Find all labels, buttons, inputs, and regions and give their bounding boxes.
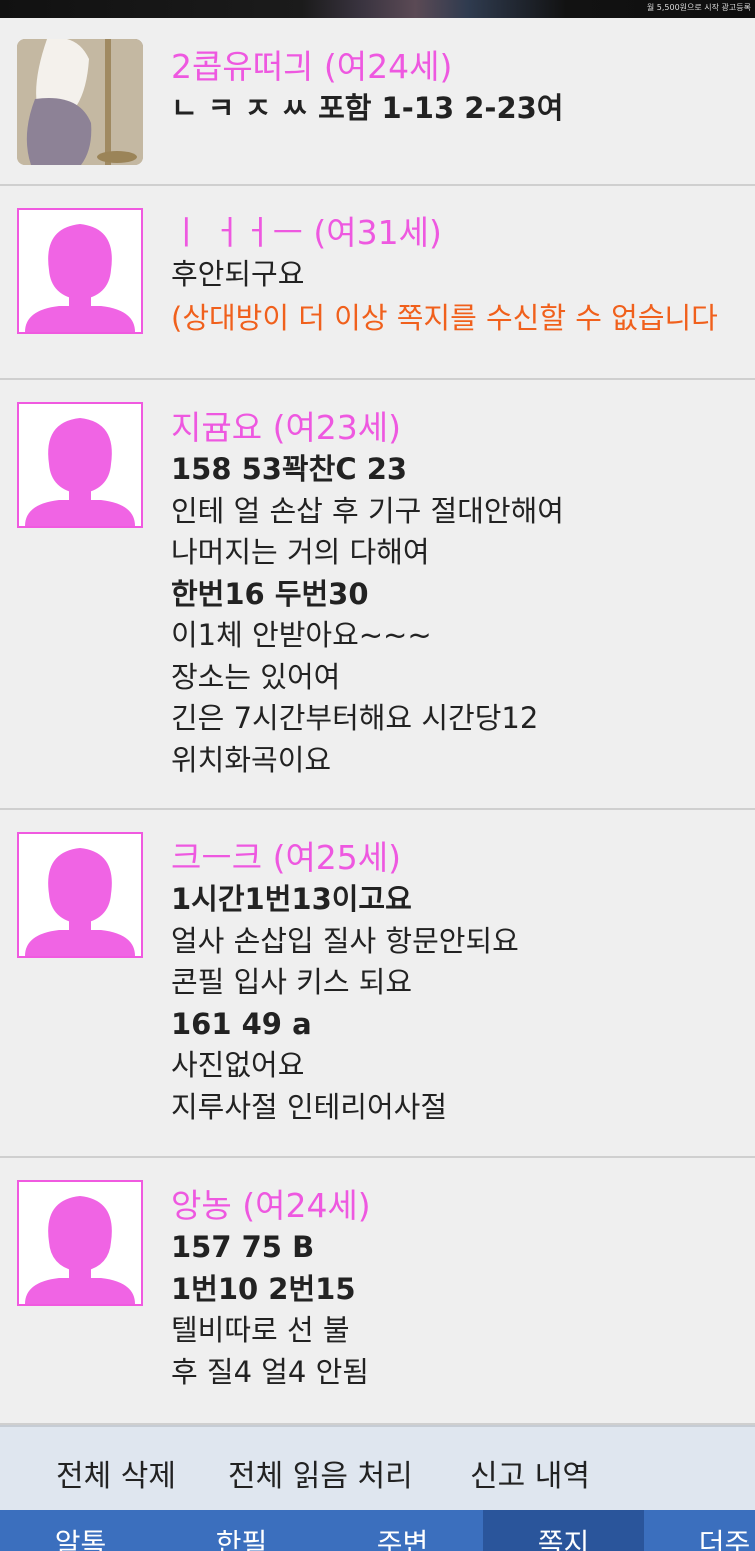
message-item[interactable]: ㅣ ㅓㅓㅡ (여31세) 후안되구요 (상대방이 더 이상 쪽지를 수신할 수 …	[0, 186, 755, 380]
nav-tab-0[interactable]: 알톡	[0, 1510, 161, 1551]
female-silhouette-icon	[25, 848, 135, 956]
default-avatar[interactable]	[17, 1180, 143, 1306]
message-line: 161 49 a	[171, 1006, 312, 1041]
message-line: 1시간1번13이고요	[171, 882, 412, 916]
nav-tab-4[interactable]: 더주	[644, 1510, 755, 1551]
profile-photo[interactable]	[17, 39, 143, 165]
message-body: 앙농 (여24세) 157 75 B 1번10 2번15 텔비따로 선 불 후 …	[171, 1185, 755, 1393]
mark-all-read-button[interactable]: 전체 읽음 처리	[228, 1451, 413, 1495]
female-silhouette-icon	[25, 1196, 135, 1304]
default-avatar[interactable]	[17, 402, 143, 528]
blocked-notice: (상대방이 더 이상 쪽지를 수신할 수 없습니다	[171, 300, 718, 335]
message-line: 후 질4 얼4 안됨	[171, 1354, 369, 1389]
female-silhouette-icon	[25, 418, 135, 526]
delete-all-button[interactable]: 전체 삭제	[56, 1451, 176, 1495]
ad-banner[interactable]: 월 5,500원으로 시작 광고등록	[0, 0, 755, 18]
message-line: 장소는 있어여	[171, 659, 341, 694]
bulk-action-bar: 전체 삭제 전체 읽음 처리 신고 내역	[0, 1425, 755, 1510]
message-line: 1번10 2번15	[171, 1271, 356, 1306]
message-line: 인테 얼 손삽 후 기구 절대안해여	[171, 493, 564, 528]
nav-tab-2[interactable]: 주변	[322, 1510, 483, 1551]
message-line: 지루사절 인테리어사절	[171, 1089, 448, 1124]
sender-name: 앙농 (여24세)	[171, 1186, 371, 1225]
default-avatar[interactable]	[17, 208, 143, 334]
message-line: 후안되구요	[171, 257, 305, 291]
message-line: 위치화곡이요	[171, 742, 332, 777]
default-avatar[interactable]	[17, 832, 143, 958]
nav-tab-messages[interactable]: 쪽지	[483, 1510, 644, 1551]
message-line: ㄴ ㅋ ㅈ ㅆ 포함 1-13 2-23여	[171, 91, 564, 125]
message-line: 158 53꽉찬C 23	[171, 452, 408, 486]
message-body: 지귬요 (여23세) 158 53꽉찬C 23 인테 얼 손삽 후 기구 절대안…	[171, 407, 755, 781]
sender-name: 크ㅡ크 (여25세)	[171, 838, 402, 877]
chat-list-screen: 월 5,500원으로 시작 광고등록 2콥유떠긔 (여24세) ㄴ ㅋ ㅈ ㅆ …	[0, 0, 755, 1551]
sender-name: 지귬요 (여23세)	[171, 408, 402, 447]
message-line: 콘필 입사 키스 되요	[171, 965, 413, 999]
ad-banner-text: 월 5,500원으로 시작 광고등록	[646, 3, 751, 12]
message-line: 이1체 안받아요~~~	[171, 618, 432, 652]
message-item[interactable]: 2콥유떠긔 (여24세) ㄴ ㅋ ㅈ ㅆ 포함 1-13 2-23여	[0, 18, 755, 186]
report-history-button[interactable]: 신고 내역	[470, 1451, 590, 1495]
bottom-navigation: 알톡 한필 주변 쪽지 더주	[0, 1510, 755, 1551]
message-item[interactable]: 크ㅡ크 (여25세) 1시간1번13이고요 얼사 손삽입 질사 항문안되요 콘필…	[0, 810, 755, 1158]
message-list: 2콥유떠긔 (여24세) ㄴ ㅋ ㅈ ㅆ 포함 1-13 2-23여 ㅣ ㅓㅓㅡ…	[0, 18, 755, 1425]
message-line: 157 75 B	[171, 1230, 315, 1264]
message-line: 나머지는 거의 다해여	[171, 535, 430, 569]
nav-tab-1[interactable]: 한필	[161, 1510, 322, 1551]
message-body: 2콥유떠긔 (여24세) ㄴ ㅋ ㅈ ㅆ 포함 1-13 2-23여	[171, 46, 755, 130]
sender-name: 2콥유떠긔 (여24세)	[171, 47, 453, 86]
message-body: ㅣ ㅓㅓㅡ (여31세) 후안되구요 (상대방이 더 이상 쪽지를 수신할 수 …	[171, 212, 755, 339]
female-silhouette-icon	[25, 224, 135, 332]
message-item[interactable]: 지귬요 (여23세) 158 53꽉찬C 23 인테 얼 손삽 후 기구 절대안…	[0, 380, 755, 810]
profile-photo-image	[17, 39, 143, 165]
message-line: 얼사 손삽입 질사 항문안되요	[171, 923, 519, 958]
message-line: 텔비따로 선 불	[171, 1313, 350, 1347]
message-body: 크ㅡ크 (여25세) 1시간1번13이고요 얼사 손삽입 질사 항문안되요 콘필…	[171, 837, 755, 1128]
sender-name: ㅣ ㅓㅓㅡ (여31세)	[171, 213, 442, 252]
message-item[interactable]: 앙농 (여24세) 157 75 B 1번10 2번15 텔비따로 선 불 후 …	[0, 1158, 755, 1425]
message-line: 사진없어요	[171, 1048, 305, 1082]
message-line: 긴은 7시간부터해요 시간당12	[171, 701, 539, 735]
message-line: 한번16 두번30	[171, 576, 369, 611]
